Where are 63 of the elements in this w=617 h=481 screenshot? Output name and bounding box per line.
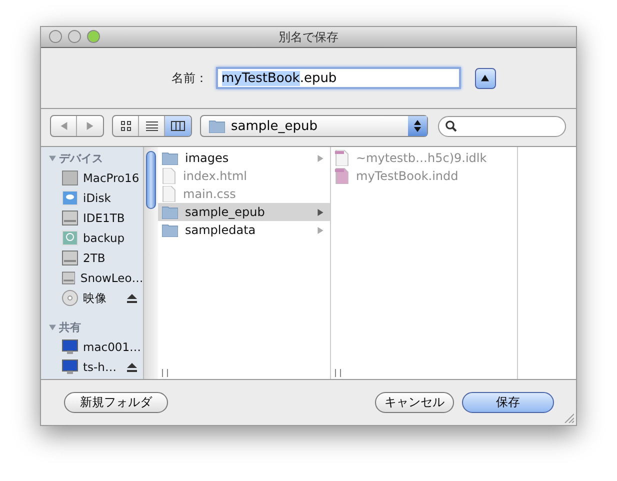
file-icon [162, 168, 176, 184]
name-field[interactable]: myTestBook.epub [216, 67, 460, 89]
file-row[interactable]: images [158, 149, 330, 167]
location-popup[interactable]: sample_epub [200, 115, 428, 137]
sidebar-item[interactable]: mac001… [83, 340, 144, 354]
disc-icon [62, 290, 78, 306]
file-row[interactable]: sampledata [158, 221, 330, 239]
arrow-icon [317, 154, 324, 162]
sidebar-item[interactable]: MacPro16 [83, 171, 144, 185]
file-row[interactable]: sample_epub [158, 203, 330, 221]
minimize-button[interactable] [68, 30, 81, 43]
folder-icon [162, 206, 178, 218]
eject-icon[interactable] [127, 294, 138, 302]
file-icon [162, 186, 176, 202]
document-icon [335, 150, 349, 166]
monitor-icon [62, 359, 78, 375]
folder-icon [209, 120, 225, 132]
drive-icon [62, 270, 76, 286]
arrow-icon [317, 208, 324, 216]
scrollbar[interactable] [143, 147, 158, 379]
icon-view-icon [120, 121, 130, 131]
sidebar-item[interactable]: IDE1TB [83, 211, 144, 225]
search-icon [445, 120, 457, 132]
monitor-icon [62, 339, 78, 355]
column-view-icon [171, 121, 185, 131]
document-icon [335, 168, 349, 184]
arrow-icon [481, 74, 489, 82]
sidebar-item[interactable]: 2TB [83, 251, 144, 265]
section-title: デバイス [59, 151, 103, 166]
eject-icon[interactable] [127, 362, 138, 372]
column-resize-handle[interactable] [162, 369, 168, 377]
scroll-thumb[interactable] [146, 151, 156, 209]
save-button[interactable]: 保存 [462, 392, 554, 413]
new-folder-button[interactable]: 新規フォルダ [64, 392, 168, 413]
search-field[interactable] [438, 116, 566, 136]
back-forward-control[interactable] [50, 115, 104, 137]
section-title: 共有 [59, 320, 81, 335]
arrow-icon [60, 122, 68, 130]
column-resize-handle[interactable] [335, 369, 341, 377]
drive-icon [62, 250, 78, 266]
close-button[interactable] [49, 30, 62, 43]
window-title: 別名で保存 [278, 28, 338, 46]
resize-grip-icon[interactable] [564, 413, 574, 423]
collapse-button[interactable] [474, 68, 496, 88]
cancel-button[interactable]: キャンセル [375, 392, 454, 413]
sidebar-item[interactable]: ts-h… [83, 360, 122, 374]
disclosure-icon [49, 324, 56, 331]
sidebar-item[interactable]: SnowLeo… [80, 271, 144, 285]
view-mode-button[interactable] [165, 116, 191, 136]
arrow-icon [317, 226, 324, 234]
sidebar-item[interactable]: 映像 [83, 290, 122, 306]
disclosure-icon [49, 155, 56, 162]
view-mode-control[interactable] [112, 115, 192, 137]
updown-arrows-icon [414, 120, 421, 132]
drive-icon [62, 210, 78, 226]
folder-icon [162, 224, 178, 236]
list-view-icon [146, 121, 158, 131]
arrow-icon [86, 122, 94, 130]
folder-icon [162, 152, 178, 164]
sidebar-item[interactable]: iDisk [83, 191, 144, 205]
zoom-button[interactable] [87, 30, 100, 43]
sidebar-item[interactable]: backup [83, 231, 144, 245]
name-label: 名前： [172, 70, 208, 86]
